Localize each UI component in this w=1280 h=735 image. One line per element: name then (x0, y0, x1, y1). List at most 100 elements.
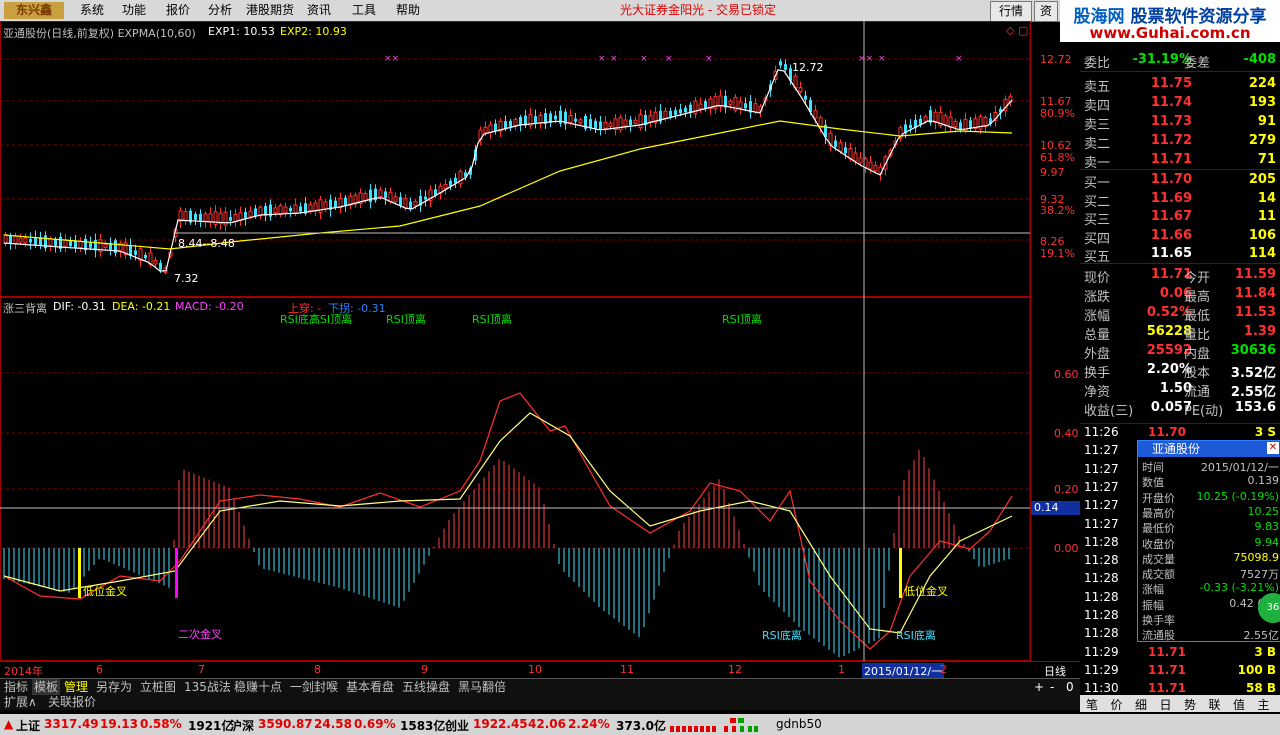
tab-five-line[interactable]: 五线操盘 (402, 679, 450, 696)
stat-row: 涨幅 0.52% 最低 11.53 (1084, 305, 1276, 324)
macd-axis-label: 0.40 (1054, 427, 1079, 440)
candle-body (594, 120, 597, 129)
security-badge-icon[interactable]: 36 (1258, 593, 1280, 623)
candle-body (648, 115, 653, 123)
candlesticks (3, 58, 1013, 275)
tab-indicator[interactable]: 指标 (4, 679, 28, 696)
candle-body (589, 119, 592, 128)
candle-body (798, 87, 803, 92)
candle-body (599, 121, 602, 131)
stat-row: 收益(三) 0.057 PE(动) 153.6 (1084, 400, 1276, 419)
info-button[interactable]: 资 (1034, 1, 1058, 22)
price-chart-title: 亚通股份(日线,前复权) EXPMA(10,60) (3, 27, 196, 40)
candle-body (633, 119, 638, 124)
quote-tab[interactable]: 细 (1135, 696, 1147, 713)
menu-function[interactable]: 功能 (122, 2, 146, 19)
tab-sword[interactable]: 一剑封喉 (290, 679, 338, 696)
quote-tab[interactable]: 价 (1111, 696, 1123, 713)
candle-body (34, 237, 37, 245)
bid-level-row[interactable]: 买五 11.65 114 (1080, 246, 1280, 265)
candle-body (203, 213, 208, 222)
price-axis-label: 61.8% (1040, 151, 1075, 164)
quote-button[interactable]: 行情 (990, 1, 1032, 22)
bid-level-row[interactable]: 买一 11.70 205 (1080, 172, 1280, 191)
ask-level-row[interactable]: 卖二 11.72 279 (1080, 133, 1280, 152)
sh-index-label[interactable]: 上证 (16, 717, 40, 734)
price-axis-label: 80.9% (1040, 107, 1075, 120)
macd-axis-label: 0.00 (1054, 542, 1079, 555)
ask-level-row[interactable]: 卖四 11.74 193 (1080, 95, 1280, 114)
candle-body (289, 207, 292, 212)
candle-body (229, 217, 232, 221)
tab-save-as[interactable]: 另存为 (96, 679, 132, 696)
candle-body (388, 191, 393, 202)
tab-steady[interactable]: 稳赚十点 (234, 679, 282, 696)
stat-row: 涨跌 0.06 最高 11.84 (1084, 286, 1276, 305)
candle-body (578, 119, 583, 124)
tab-template[interactable]: 模板 (32, 679, 61, 696)
candle-body (868, 161, 873, 170)
rsi-signal-label: RSI底高SI顶离 (280, 313, 353, 326)
quote-tab[interactable]: 主 (1258, 696, 1270, 713)
quote-tab[interactable]: 联 (1209, 696, 1221, 713)
tab-manage[interactable]: 管理 (64, 679, 88, 696)
candle-body (504, 121, 507, 129)
tab-pile-chart[interactable]: 立桩图 (140, 679, 176, 696)
panel-controls-icon[interactable]: ◇ ▢ (1006, 24, 1028, 37)
bid-level-row[interactable]: 买二 11.69 14 (1080, 191, 1280, 210)
menu-hk-futures[interactable]: 港股期货 (246, 2, 294, 19)
quote-tab[interactable]: 日 (1160, 696, 1172, 713)
data-tooltip-window[interactable]: 亚通股份 ✕ 时间 2015/01/12/一 数值 0.139 开盘价 10.25 (-0… (1137, 440, 1280, 642)
marquee-text: 光大证券金阳光 - 交易已锁定 (620, 3, 776, 17)
quote-tab[interactable]: 笔 (1086, 696, 1098, 713)
bid-level-row[interactable]: 买三 11.67 11 (1080, 209, 1280, 228)
menu-quote[interactable]: 报价 (166, 2, 190, 19)
ask-level-row[interactable]: 卖三 11.73 91 (1080, 114, 1280, 133)
candle-body (858, 157, 863, 164)
menu-help[interactable]: 帮助 (396, 2, 420, 19)
candle-body (834, 140, 837, 147)
ad-banner[interactable]: 股海网 股票软件资源分享 www.Guhai.com.cn (1060, 0, 1280, 42)
chart-area[interactable]: ×× × × × × × ×× × × 亚通股份(日线,前复权) EXPMA(10,60) … (0, 21, 1083, 679)
quote-tab[interactable]: 值 (1233, 696, 1245, 713)
candle-body (134, 250, 137, 255)
candle-body (313, 202, 318, 212)
zoom-in-button[interactable]: + (1034, 679, 1044, 696)
menu-system[interactable]: 系统 (80, 2, 104, 19)
tab-dark-horse[interactable]: 黑马翻倍 (458, 679, 506, 696)
menu-info[interactable]: 资讯 (307, 2, 331, 19)
cy-index-label[interactable]: 创业 (445, 717, 469, 734)
candle-body (568, 115, 573, 124)
candle-body (194, 213, 197, 220)
hs-index-percent: 0.69% (354, 717, 396, 731)
menu-analysis[interactable]: 分析 (208, 2, 232, 19)
related-quote-button[interactable]: 关联报价 (48, 695, 96, 710)
ask-level-row[interactable]: 卖五 11.75 224 (1080, 76, 1280, 95)
time-axis-label: 7 (198, 663, 205, 676)
candle-body (704, 101, 707, 109)
reset-button[interactable]: 0 (1066, 679, 1074, 696)
exp1-value: EXP1: 10.53 (208, 25, 275, 38)
ask-level-row[interactable]: 卖一 11.71 71 (1080, 152, 1280, 171)
expand-button[interactable]: 扩展∧ (4, 695, 37, 710)
tab-135[interactable]: 135战法 (184, 679, 231, 696)
bid-level-row[interactable]: 买四 11.66 106 (1080, 228, 1280, 247)
cy-index-change: 42.06 (528, 717, 566, 731)
candle-body (923, 116, 928, 122)
close-icon[interactable]: ✕ (1267, 442, 1279, 454)
chart-svg[interactable]: ×× × × × × × ×× × × (0, 21, 1080, 661)
quote-tab[interactable]: 势 (1184, 696, 1196, 713)
period-selector[interactable]: 日线 (1044, 663, 1066, 679)
hs-index-label[interactable]: 沪深 (230, 717, 254, 734)
sh-index-percent: 0.58% (140, 717, 182, 731)
menu-tools[interactable]: 工具 (352, 2, 376, 19)
golden-cross-label: 低位金叉 (83, 585, 127, 598)
cy-index-amount: 373.0亿 (616, 719, 666, 733)
tab-basic[interactable]: 基本看盘 (346, 679, 394, 696)
candle-body (603, 121, 608, 130)
svg-text:×: × (598, 54, 606, 64)
stat-row: 净资 1.50 流通 2.55亿 (1084, 381, 1276, 400)
zoom-out-button[interactable]: - (1050, 679, 1054, 696)
candle-body (513, 118, 518, 127)
dea-line (3, 412, 1013, 634)
